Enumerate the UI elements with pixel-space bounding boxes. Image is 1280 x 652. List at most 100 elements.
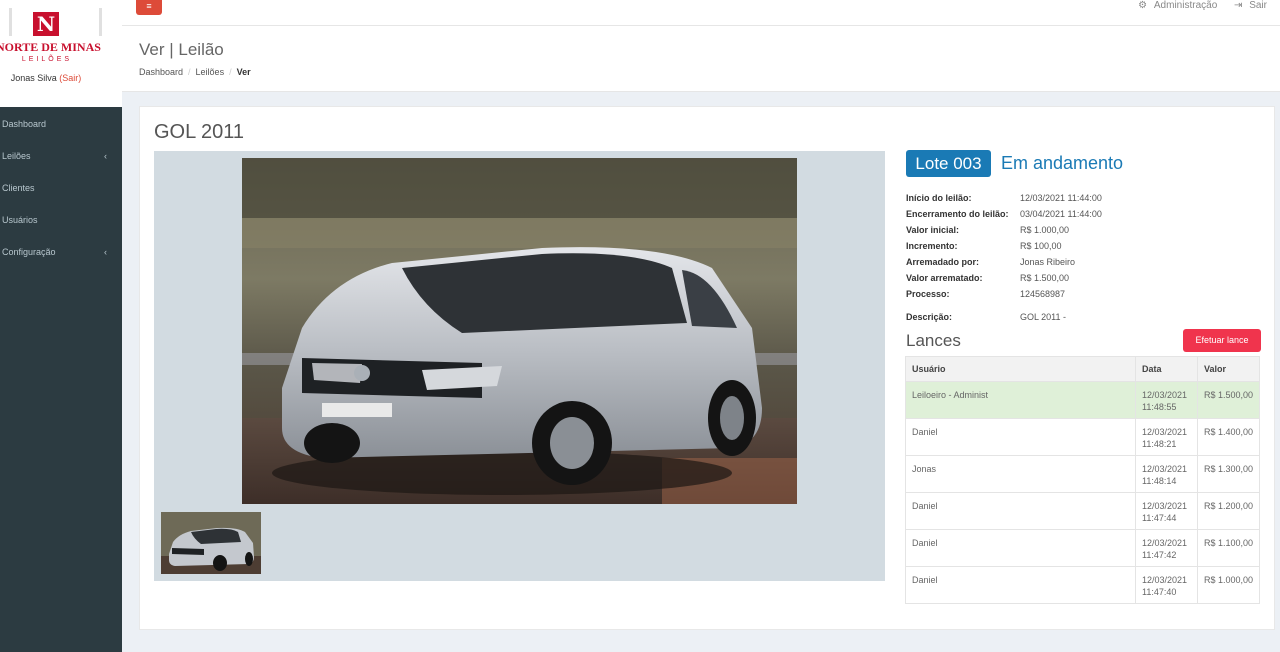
bid-datetime: 12/03/2021 11:47:40 (1135, 566, 1198, 604)
main-photo[interactable] (242, 158, 797, 504)
bid-time: 11:48:14 (1142, 476, 1177, 486)
item-title: GOL 2011 (154, 121, 245, 143)
brand-panel: N NORTE DE MINAS LEILÕES Jonas Silva (Sa… (0, 0, 122, 107)
bid-user: Jonas (904, 455, 1137, 493)
gear-icon: ⚙ (1138, 0, 1148, 11)
breadcrumb-separator: / (188, 67, 191, 77)
bid-user: Daniel (904, 566, 1137, 604)
sidebar-toggle-button[interactable]: ≡ (136, 0, 162, 15)
logout-icon: ⇥ (1234, 0, 1243, 11)
detail-value: R$ 1.500,00 (1020, 273, 1070, 283)
detail-value: 03/04/2021 11:44:00 (1020, 209, 1102, 219)
bid-date: 12/03/2021 (1142, 427, 1188, 437)
logo-decor-right (99, 8, 102, 36)
breadcrumb-leiloes[interactable]: Leilões (196, 67, 225, 77)
bid-date: 12/03/2021 (1142, 501, 1188, 511)
photo-gallery (154, 151, 885, 581)
lot-badge: Lote 003 (906, 150, 991, 177)
chevron-left-icon: ‹ (104, 247, 107, 257)
bid-value: R$ 1.300,00 (1196, 455, 1261, 493)
logo-mark-letter: N (36, 12, 56, 36)
detail-key: Encerramento do leilão: (906, 209, 1009, 219)
breadcrumb-dashboard[interactable]: Dashboard (139, 67, 183, 77)
table-row: Leiloeiro - Administ 12/03/2021 11:48:55 … (904, 381, 1261, 419)
detail-key: Valor arrematado: (906, 273, 983, 283)
sidebar: N NORTE DE MINAS LEILÕES Jonas Silva (Sa… (0, 0, 122, 652)
bid-date: 12/03/2021 (1142, 390, 1188, 400)
page-header: Ver | Leilão Dashboard / Leilões / Ver (122, 26, 1280, 92)
table-row: Daniel 12/03/2021 11:47:44 R$ 1.200,00 (904, 492, 1261, 530)
bid-time: 11:47:44 (1142, 513, 1177, 523)
place-bid-button[interactable]: Efetuar lance (1183, 329, 1261, 352)
logout-link[interactable]: Sair (1249, 0, 1267, 11)
sidebar-item-label: Dashboard (2, 119, 47, 129)
bid-date: 12/03/2021 (1142, 538, 1188, 548)
bid-datetime: 12/03/2021 11:48:14 (1135, 455, 1198, 493)
table-row: Jonas 12/03/2021 11:48:14 R$ 1.300,00 (904, 455, 1261, 493)
detail-value: R$ 100,00 (1020, 241, 1062, 251)
bid-datetime: 12/03/2021 11:47:42 (1135, 529, 1198, 567)
car-photo (242, 158, 797, 504)
column-header-user: Usuário (904, 356, 1137, 382)
breadcrumb-separator: / (229, 67, 232, 77)
column-header-value: Valor (1196, 356, 1261, 382)
chevron-left-icon: ‹ (104, 151, 107, 161)
detail-value: R$ 1.000,00 (1020, 225, 1070, 235)
logo-icon[interactable]: N (33, 12, 59, 36)
sidebar-item-usuarios[interactable]: Usuários (0, 204, 122, 236)
detail-key: Incremento: (906, 241, 958, 251)
bids-table: Usuário Data Valor Leiloeiro - Administ … (904, 356, 1261, 604)
bid-datetime: 12/03/2021 11:48:55 (1135, 381, 1198, 419)
bid-date: 12/03/2021 (1142, 575, 1188, 585)
sidebar-item-label: Usuários (2, 215, 38, 225)
logo-decor-left (9, 8, 12, 36)
bid-time: 11:48:55 (1142, 402, 1177, 412)
detail-key: Início do leilão: (906, 193, 972, 203)
bids-title: Lances (906, 331, 961, 350)
logo-name: NORTE DE MINAS (0, 40, 101, 54)
table-row: Daniel 12/03/2021 11:48:21 R$ 1.400,00 (904, 418, 1261, 456)
bid-datetime: 12/03/2021 11:48:21 (1135, 418, 1198, 456)
sidebar-item-leiloes[interactable]: Leilões ‹ (0, 140, 122, 172)
user-name: Jonas Silva (10, 73, 57, 83)
table-header-row: Usuário Data Valor (904, 356, 1261, 382)
bid-user: Daniel (904, 418, 1137, 456)
detail-key: Processo: (906, 289, 950, 299)
table-row: Daniel 12/03/2021 11:47:40 R$ 1.000,00 (904, 566, 1261, 604)
bid-value: R$ 1.000,00 (1196, 566, 1261, 604)
detail-key: Valor inicial: (906, 225, 960, 235)
table-row: Daniel 12/03/2021 11:47:42 R$ 1.100,00 (904, 529, 1261, 567)
bid-value: R$ 1.200,00 (1196, 492, 1261, 530)
bid-time: 11:48:21 (1142, 439, 1177, 449)
user-panel: Jonas Silva (Sair) (0, 73, 92, 83)
bid-time: 11:47:42 (1142, 550, 1177, 560)
sidebar-item-clientes[interactable]: Clientes (0, 172, 122, 204)
bid-date: 12/03/2021 (1142, 464, 1188, 474)
user-logout-link[interactable]: (Sair) (59, 73, 81, 83)
breadcrumb-current: Ver (236, 67, 251, 77)
page-title: Ver | Leilão (139, 40, 224, 59)
bid-user: Daniel (904, 492, 1137, 530)
sidebar-item-configuracao[interactable]: Configuração ‹ (0, 236, 122, 268)
detail-key: Descrição: (906, 312, 953, 322)
detail-key: Arremadado por: (906, 257, 980, 267)
photo-thumbnail[interactable] (161, 512, 261, 574)
bid-value: R$ 1.100,00 (1196, 529, 1261, 567)
breadcrumb: Dashboard / Leilões / Ver (139, 67, 251, 77)
bid-user: Leiloeiro - Administ (904, 381, 1137, 419)
top-navbar: ≡ ⚙ Administração ⇥ Sair (122, 0, 1280, 26)
bid-value: R$ 1.500,00 (1196, 381, 1261, 419)
bid-datetime: 12/03/2021 11:47:44 (1135, 492, 1198, 530)
bid-value: R$ 1.400,00 (1196, 418, 1261, 456)
detail-value: Jonas Ribeiro (1020, 257, 1076, 267)
column-header-date: Data (1135, 356, 1198, 382)
auction-status: Em andamento (1001, 153, 1124, 173)
detail-value: GOL 2011 - (1020, 312, 1067, 322)
sidebar-item-dashboard[interactable]: Dashboard (0, 108, 122, 140)
auction-detail-box: GOL 2011 Lote 003 Em andamento Início do… (139, 106, 1275, 630)
top-right-menu: ⚙ Administração ⇥ Sair (1134, 0, 1267, 11)
bid-user: Daniel (904, 529, 1137, 567)
admin-link[interactable]: Administração (1154, 0, 1217, 11)
sidebar-item-label: Leilões (2, 151, 31, 161)
sidebar-item-label: Clientes (2, 183, 35, 193)
